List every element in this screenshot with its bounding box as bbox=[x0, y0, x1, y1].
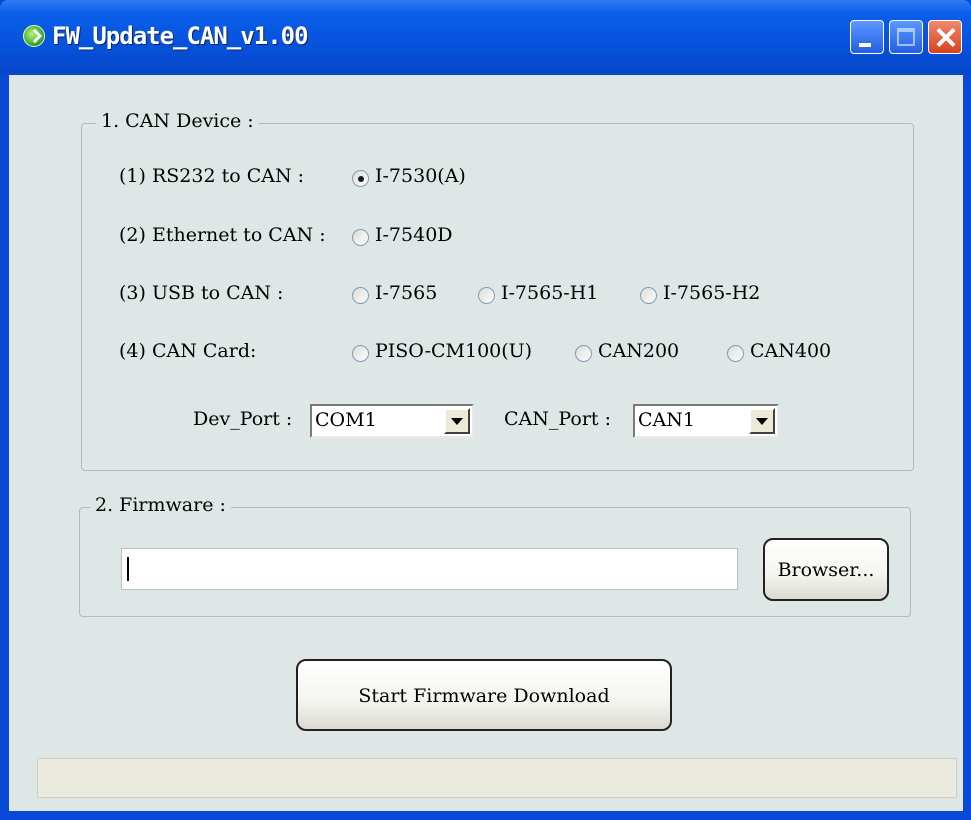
radio-i7530a[interactable] bbox=[352, 170, 369, 187]
firmware-legend: 2. Firmware : bbox=[90, 494, 231, 516]
option-label-can400[interactable]: CAN400 bbox=[750, 340, 831, 362]
status-bar bbox=[37, 758, 957, 798]
radio-can400[interactable] bbox=[727, 345, 744, 362]
option-label-i7565-h2[interactable]: I-7565-H2 bbox=[663, 282, 760, 304]
start-download-button[interactable]: Start Firmware Download bbox=[296, 659, 672, 731]
browse-button[interactable]: Browser... bbox=[763, 538, 889, 601]
option-label-piso-cm100u[interactable]: PISO-CM100(U) bbox=[375, 340, 532, 362]
can-device-group: 1. CAN Device : (1) RS232 to CAN : I-753… bbox=[81, 110, 914, 471]
dev-port-value: COM1 bbox=[315, 409, 377, 431]
can-device-legend: 1. CAN Device : bbox=[96, 110, 259, 132]
dev-port-select[interactable]: COM1 bbox=[310, 404, 474, 438]
radio-i7540d[interactable] bbox=[352, 229, 369, 246]
can-port-value: CAN1 bbox=[638, 409, 695, 431]
row-label-usb: (3) USB to CAN : bbox=[119, 282, 284, 304]
dev-port-label: Dev_Port : bbox=[193, 408, 293, 430]
option-label-i7565[interactable]: I-7565 bbox=[375, 282, 437, 304]
app-window: FW_Update_CAN_v1.00 1. CAN Device : (1) … bbox=[0, 0, 971, 820]
title-bar[interactable]: FW_Update_CAN_v1.00 bbox=[0, 0, 971, 75]
can-port-label: CAN_Port : bbox=[504, 408, 611, 430]
option-label-i7565-h1[interactable]: I-7565-H1 bbox=[501, 282, 598, 304]
window-title: FW_Update_CAN_v1.00 bbox=[52, 22, 309, 50]
minimize-button[interactable] bbox=[850, 20, 884, 54]
text-caret bbox=[127, 557, 129, 581]
row-label-can-card: (4) CAN Card: bbox=[119, 340, 257, 362]
option-label-i7540d[interactable]: I-7540D bbox=[375, 224, 453, 246]
radio-piso-cm100u[interactable] bbox=[352, 345, 369, 362]
maximize-button[interactable] bbox=[889, 20, 923, 54]
option-label-can200[interactable]: CAN200 bbox=[598, 340, 679, 362]
app-icon[interactable] bbox=[23, 25, 45, 47]
firmware-path-input[interactable] bbox=[121, 548, 738, 590]
chevron-down-icon[interactable] bbox=[444, 408, 470, 434]
radio-i7565-h1[interactable] bbox=[478, 287, 495, 304]
can-port-select[interactable]: CAN1 bbox=[633, 404, 779, 438]
row-label-ethernet: (2) Ethernet to CAN : bbox=[119, 224, 326, 246]
client-area: 1. CAN Device : (1) RS232 to CAN : I-753… bbox=[9, 75, 963, 811]
row-label-rs232: (1) RS232 to CAN : bbox=[119, 165, 305, 187]
radio-can200[interactable] bbox=[575, 345, 592, 362]
chevron-down-icon[interactable] bbox=[749, 408, 775, 434]
radio-i7565[interactable] bbox=[352, 287, 369, 304]
close-button[interactable] bbox=[928, 20, 962, 54]
radio-i7565-h2[interactable] bbox=[640, 287, 657, 304]
option-label-i7530a[interactable]: I-7530(A) bbox=[375, 165, 466, 187]
